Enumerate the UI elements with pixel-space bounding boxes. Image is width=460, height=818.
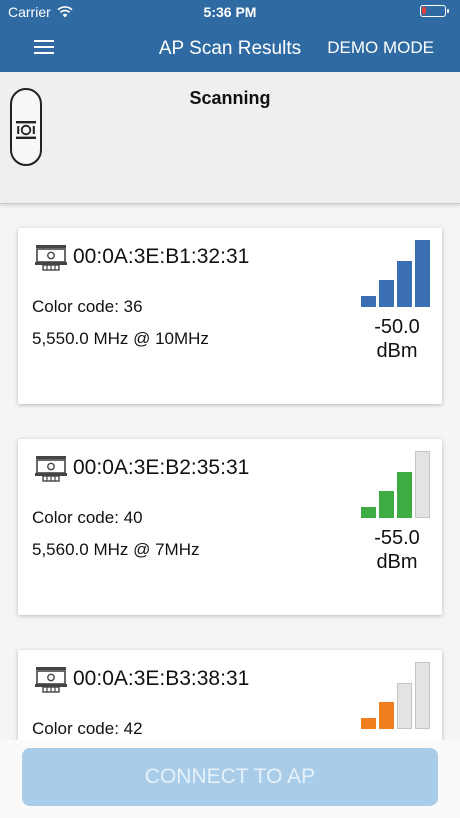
scan-panel: Scanning <box>0 72 460 204</box>
connect-to-ap-button[interactable]: CONNECT TO AP <box>22 748 438 806</box>
ap-mac-address: 00:0A:3E:B3:38:31 <box>73 667 250 690</box>
header: Carrier 5:36 PM AP Scan Results DEMO MOD… <box>0 0 460 72</box>
signal-strength-icon <box>361 450 433 518</box>
scanning-status: Scanning <box>189 88 271 108</box>
ap-frequency: 5,550.0 MHz @ 10MHz <box>32 329 209 348</box>
ap-color-code: Color code: 40 <box>32 508 143 527</box>
ap-color-code: Color code: 42 <box>32 719 143 738</box>
access-point-icon <box>35 667 67 693</box>
ap-color-code: Color code: 36 <box>32 297 143 316</box>
access-point-icon <box>35 245 67 271</box>
ap-frequency: 5,560.0 MHz @ 7MHz <box>32 540 200 559</box>
access-point-icon <box>35 456 67 482</box>
demo-mode-button[interactable]: DEMO MODE <box>327 38 434 58</box>
ap-signal-value: -50.0 <box>374 316 420 338</box>
battery-icon <box>420 5 449 17</box>
signal-strength-icon <box>361 239 433 307</box>
ap-card[interactable]: 00:0A:3E:B2:35:31 Color code: 40 5,560.0… <box>18 439 442 615</box>
ap-card[interactable]: 00:0A:3E:B1:32:31 Color code: 36 5,550.0… <box>18 228 442 404</box>
signal-strength-icon <box>361 661 433 729</box>
ap-signal-unit: dBm <box>376 551 418 573</box>
ap-list[interactable]: 00:0A:3E:B1:32:31 Color code: 36 5,550.0… <box>0 204 460 740</box>
nav-bar: AP Scan Results DEMO MODE <box>0 24 460 72</box>
ap-mac-address: 00:0A:3E:B1:32:31 <box>73 245 250 268</box>
ap-mac-address: 00:0A:3E:B2:35:31 <box>73 456 250 479</box>
ap-signal-unit: dBm <box>376 340 418 362</box>
ap-signal-value: -55.0 <box>374 527 420 549</box>
status-time: 5:36 PM <box>203 4 257 20</box>
ap-card[interactable]: 00:0A:3E:B3:38:31 Color code: 42 <box>18 650 442 740</box>
status-bar: Carrier 5:36 PM <box>0 0 460 24</box>
